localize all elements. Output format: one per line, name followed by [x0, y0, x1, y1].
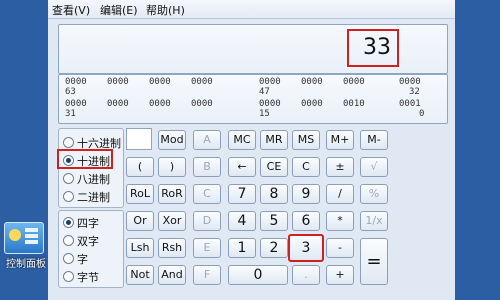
radio-dword[interactable]: 双字 [63, 233, 99, 249]
bit-group: 0001 [399, 99, 421, 109]
radio-dot-icon [63, 217, 74, 228]
m-plus-button[interactable]: M+ [326, 130, 354, 150]
digit-7-button[interactable]: 7 [228, 184, 256, 204]
ms-button[interactable]: MS [292, 130, 320, 150]
binary-bit-panel: 0000 0000 0000 0000 0000 0000 0000 0000 … [58, 74, 448, 124]
bit-group: 0000 [191, 77, 213, 87]
bit-position-label: 0 [419, 109, 425, 119]
digit-3-button[interactable]: 3 [288, 234, 324, 262]
xor-button[interactable]: Xor [158, 211, 186, 231]
bit-group: 0010 [343, 99, 365, 109]
radio-dot-icon [63, 173, 74, 184]
menu-view[interactable]: 查看(V) [52, 2, 90, 18]
m-minus-button[interactable]: M- [360, 130, 388, 150]
right-paren-button[interactable]: ) [158, 157, 186, 177]
bit-position-label: 32 [409, 87, 420, 97]
radio-dot-icon [63, 137, 74, 148]
menu-bar: 查看(V) 编辑(E) 帮助(H) [48, 0, 455, 19]
bit-group: 0000 [65, 99, 87, 109]
menu-edit[interactable]: 编辑(E) [100, 2, 138, 18]
hex-f-button[interactable]: F [193, 265, 221, 285]
rsh-button[interactable]: Rsh [158, 238, 186, 258]
equals-button[interactable]: = [360, 238, 388, 285]
bit-group: 0000 [301, 99, 323, 109]
bit-group: 0000 [107, 99, 129, 109]
percent-button[interactable]: % [360, 184, 388, 204]
radio-dot-icon [63, 271, 74, 282]
hex-c-button[interactable]: C [193, 184, 221, 204]
radio-oct[interactable]: 八进制 [63, 171, 110, 187]
bit-group: 0000 [149, 77, 171, 87]
display-value: 33 [347, 29, 399, 67]
decimal-point-button[interactable]: . [292, 265, 320, 285]
bit-group: 0000 [191, 99, 213, 109]
digit-6-button[interactable]: 6 [292, 211, 320, 231]
control-panel-desktop-shortcut[interactable]: 控制面板 [2, 222, 46, 270]
bit-group: 0000 [149, 99, 171, 109]
digit-5-button[interactable]: 5 [260, 211, 288, 231]
calculator-display: 33 [58, 24, 448, 74]
digit-8-button[interactable]: 8 [260, 184, 288, 204]
radio-dot-icon [63, 235, 74, 246]
radio-word[interactable]: 字 [63, 251, 88, 267]
divide-button[interactable]: / [326, 184, 354, 204]
hex-d-button[interactable]: D [193, 211, 221, 231]
multiply-button[interactable]: * [326, 211, 354, 231]
lsh-button[interactable]: Lsh [126, 238, 154, 258]
ror-button[interactable]: RoR [158, 184, 186, 204]
word-size-group: 四字 双字 字 字节 [58, 210, 124, 288]
bit-group: 0000 [301, 77, 323, 87]
bit-group: 0000 [259, 77, 281, 87]
sqrt-button[interactable]: √ [360, 157, 388, 177]
bit-position-label: 15 [259, 109, 270, 119]
memory-indicator [126, 128, 152, 150]
left-paren-button[interactable]: ( [126, 157, 154, 177]
digit-0-button[interactable]: 0 [228, 265, 288, 285]
reciprocal-button[interactable]: 1/x [360, 211, 388, 231]
rol-button[interactable]: RoL [126, 184, 154, 204]
hex-a-button[interactable]: A [193, 130, 221, 150]
bit-group: 0000 [399, 77, 421, 87]
and-button[interactable]: And [158, 265, 186, 285]
hex-b-button[interactable]: B [193, 157, 221, 177]
radio-byte[interactable]: 字节 [63, 269, 99, 285]
desktop-icon-label: 控制面板 [6, 259, 46, 270]
digit-2-button[interactable]: 2 [260, 238, 288, 258]
decimal-highlight-box [57, 149, 113, 169]
clear-button[interactable]: C [292, 157, 320, 177]
radio-dot-icon [63, 191, 74, 202]
or-button[interactable]: Or [126, 211, 154, 231]
bit-group: 0000 [65, 77, 87, 87]
mr-button[interactable]: MR [260, 130, 288, 150]
radio-bin[interactable]: 二进制 [63, 189, 110, 205]
control-panel-icon [4, 222, 44, 254]
subtract-button[interactable]: - [326, 238, 354, 258]
radio-qword[interactable]: 四字 [63, 215, 99, 231]
calculator-window: 查看(V) 编辑(E) 帮助(H) 33 0000 0000 0000 0000… [48, 0, 455, 300]
backspace-button[interactable]: ← [228, 157, 256, 177]
digit-4-button[interactable]: 4 [228, 211, 256, 231]
bit-group: 0000 [343, 77, 365, 87]
mc-button[interactable]: MC [228, 130, 256, 150]
bit-group: 0000 [107, 77, 129, 87]
digit-9-button[interactable]: 9 [292, 184, 320, 204]
bit-group: 0000 [259, 99, 281, 109]
add-button[interactable]: + [326, 265, 354, 285]
plus-minus-button[interactable]: ± [326, 157, 354, 177]
not-button[interactable]: Not [126, 265, 154, 285]
desktop-background-right [455, 0, 500, 300]
hex-e-button[interactable]: E [193, 238, 221, 258]
radio-dot-icon [63, 253, 74, 264]
bit-position-label: 47 [259, 87, 270, 97]
bit-position-label: 31 [65, 109, 76, 119]
menu-help[interactable]: 帮助(H) [146, 2, 185, 18]
clear-entry-button[interactable]: CE [260, 157, 288, 177]
mod-button[interactable]: Mod [158, 130, 186, 150]
bit-position-label: 63 [65, 87, 76, 97]
digit-1-button[interactable]: 1 [228, 238, 256, 258]
